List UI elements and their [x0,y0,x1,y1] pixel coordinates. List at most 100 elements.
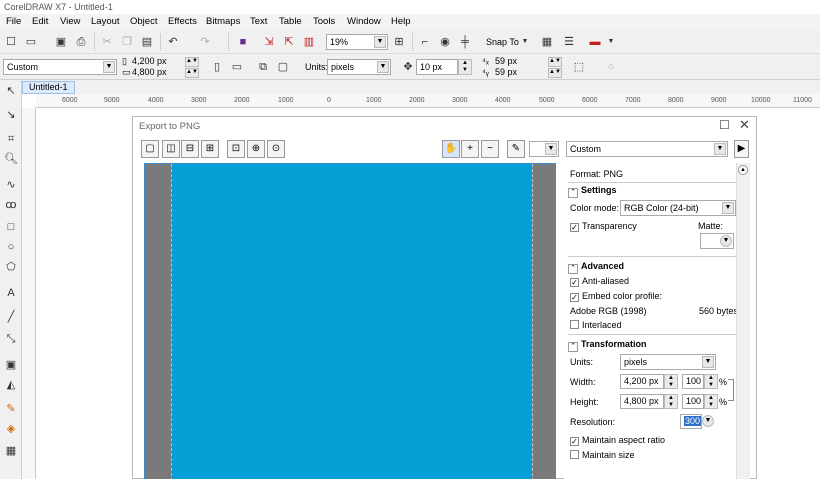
duplicate-y-value[interactable]: 59 px [495,67,517,77]
search-content-icon[interactable]: ■ [236,35,250,49]
zoom-tool-icon[interactable]: 🔍︎ [4,152,18,166]
menu-window[interactable]: Window [347,16,381,27]
cut-icon[interactable]: ✂ [100,35,114,49]
maximize-icon[interactable]: ☐ [719,118,730,132]
page-width-value[interactable]: 4,200 px [132,56,167,66]
height-spinner[interactable]: ▲▼ [185,68,199,78]
snap-to-button[interactable]: Snap To [486,37,519,47]
units-select[interactable]: pixels ▼ [327,59,391,75]
connector-tool-icon[interactable]: ⤡ [4,332,18,346]
menu-file[interactable]: File [6,16,21,27]
split-horizontal-icon[interactable]: ⊟ [181,140,199,158]
show-grid-icon[interactable]: ◉ [438,35,452,49]
treat-as-filled-icon[interactable]: ⬚ [572,60,586,74]
all-pages-icon[interactable]: ⧉ [256,60,270,74]
rectangle-tool-icon[interactable]: □ [4,220,18,234]
menu-effects[interactable]: Effects [168,16,197,27]
zoom-to-100-icon[interactable]: ⊕ [247,140,265,158]
paste-icon[interactable]: ▤ [140,35,154,49]
artistic-media-icon[interactable]: ꝏ [4,198,18,212]
application-launcher-icon[interactable]: ☰ [562,35,576,49]
eyedropper-tool-icon[interactable]: ✎ [4,402,18,416]
landscape-icon[interactable]: ▭ [230,60,244,74]
full-screen-preview-icon[interactable]: ⊞ [392,35,406,49]
height-percent-spinner[interactable]: ▲ ▼ [704,394,718,409]
show-guidelines-icon[interactable]: ╪ [458,35,472,49]
ellipse-tool-icon[interactable]: ○ [4,240,18,254]
scroll-up-icon[interactable]: ▲ [738,165,748,175]
nudge-spinner[interactable]: ▲ ▼ [458,59,472,75]
eyedropper-icon[interactable]: ✎ [507,140,525,158]
redo-icon[interactable]: ↷ [198,35,212,49]
split-vertical-icon[interactable]: ◫ [162,140,180,158]
close-icon[interactable]: ✕ [739,117,750,133]
page-preset-select[interactable]: Custom ▼ [3,59,117,75]
crop-tool-icon[interactable]: ⌗ [4,132,18,146]
maintain-aspect-checkbox[interactable]: ✓ Maintain aspect ratio [570,435,665,446]
resolution-input[interactable]: 300 [680,414,702,429]
freehand-tool-icon[interactable]: ∿ [4,178,18,192]
menu-view[interactable]: View [60,16,80,27]
width-percent-input[interactable]: 100 [682,374,704,389]
print-icon[interactable]: ⎙ [74,35,88,49]
menu-text[interactable]: Text [250,16,267,27]
show-rulers-icon[interactable]: ⌐ [418,35,432,49]
export-icon[interactable]: ⇱ [282,35,296,49]
settings-scrollbar[interactable]: ▲ [736,163,750,479]
width-input[interactable]: 4,200 px [620,374,664,389]
play-arrow-icon[interactable]: ▶ [734,140,749,158]
width-spinner[interactable]: ▲▼ [185,57,199,67]
menu-help[interactable]: Help [391,16,411,27]
export-preview[interactable] [144,163,556,479]
transformation-section-header[interactable]: ⌃ Transformation [568,339,647,352]
text-tool-icon[interactable]: A [4,286,18,300]
parallel-dimension-icon[interactable]: ╱ [4,310,18,324]
pick-tool-icon[interactable]: ↖ [4,84,18,98]
current-page-icon[interactable]: ▢ [276,60,290,74]
interactive-fill-icon[interactable]: ◈ [4,422,18,436]
zoom-in-icon[interactable]: + [461,140,479,158]
menu-object[interactable]: Object [130,16,157,27]
height-percent-input[interactable]: 100 [682,394,704,409]
duplicate-x-value[interactable]: 59 px [495,56,517,66]
height-spinner[interactable]: ▲▼ [664,394,678,409]
export-preset-select[interactable]: Custom ▼ [566,141,728,157]
width-percent-spinner[interactable]: ▲ ▼ [704,374,718,389]
launch-icon[interactable]: ▬ [588,35,602,49]
zoom-page-icon[interactable]: ⊙ [267,140,285,158]
menu-edit[interactable]: Edit [32,16,48,27]
advanced-section-header[interactable]: ⌃ Advanced [568,261,624,274]
import-icon[interactable]: ⇲ [262,35,276,49]
launch-chevron-icon[interactable]: ▼ [604,35,618,49]
matte-color-select[interactable]: ▼ [700,233,734,249]
transparency-checkbox[interactable]: ✓ Transparency [570,221,637,232]
dup-x-spinner[interactable]: ▲▼ [548,57,562,67]
height-input[interactable]: 4,800 px [620,394,664,409]
horizontal-ruler[interactable]: 6000 5000 4000 3000 2000 1000 0 1000 200… [36,94,820,108]
menu-tools[interactable]: Tools [313,16,335,27]
zoom-level-select[interactable]: 19% ▼ [326,34,388,50]
menu-layout[interactable]: Layout [91,16,120,27]
quad-view-icon[interactable]: ⊞ [201,140,219,158]
drop-shadow-icon[interactable]: ▣ [4,358,18,372]
snap-to-chevron-icon[interactable]: ▼ [518,35,532,49]
vertical-ruler[interactable] [22,108,36,479]
transform-units-select[interactable]: pixels ▼ [620,354,716,370]
fit-to-window-icon[interactable]: ⊡ [227,140,245,158]
smart-fill-icon[interactable]: ▦ [4,444,18,458]
width-spinner[interactable]: ▲▼ [664,374,678,389]
shape-tool-icon[interactable]: ↘ [4,108,18,122]
circle-option-icon[interactable]: ○ [604,60,618,74]
menu-bitmaps[interactable]: Bitmaps [206,16,240,27]
chevron-down-icon[interactable]: ▼ [702,415,714,427]
options-icon[interactable]: ▦ [540,35,554,49]
menu-table[interactable]: Table [279,16,302,27]
nudge-distance-input[interactable]: 10 px [416,59,458,75]
save-icon[interactable]: ▣ [54,35,68,49]
color-swatch-select[interactable]: ▼ [529,141,559,157]
portrait-icon[interactable]: ▯ [210,60,224,74]
dup-y-spinner[interactable]: ▲▼ [548,68,562,78]
page-height-value[interactable]: 4,800 px [132,67,167,77]
copy-icon[interactable]: ❐ [120,35,134,49]
interlaced-checkbox[interactable]: Interlaced [570,320,622,330]
